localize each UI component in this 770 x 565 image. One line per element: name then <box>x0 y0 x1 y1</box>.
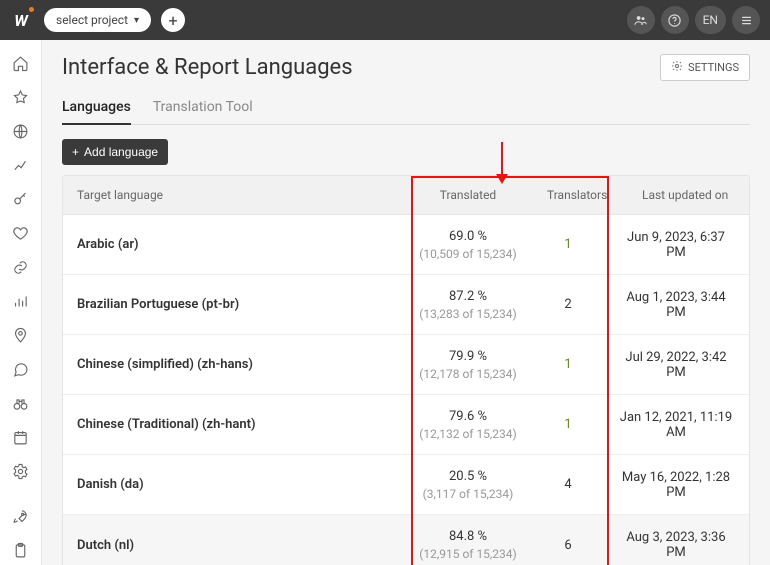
nav-settings[interactable] <box>5 456 37 486</box>
table-row[interactable]: Dutch (nl)84.8 %(12,915 of 15,234)6Aug 3… <box>63 515 749 565</box>
settings-button[interactable]: SETTINGS <box>660 54 750 81</box>
table-row[interactable]: Chinese (simplified) (zh-hans)79.9 %(12,… <box>63 335 749 395</box>
languages-table: Target language Translated Translators L… <box>62 175 750 565</box>
cell-translators[interactable]: 2 <box>533 285 603 324</box>
interface-language-chip[interactable]: EN <box>695 6 726 34</box>
menu-icon[interactable] <box>732 6 760 34</box>
add-language-label: Add language <box>84 145 158 159</box>
cell-translators[interactable]: 1 <box>533 345 603 384</box>
table-header: Target language Translated Translators L… <box>63 176 749 215</box>
cell-updated: Jun 9, 2023, 6:37 PM <box>603 218 749 272</box>
tab-translation-tool[interactable]: Translation Tool <box>153 91 253 124</box>
th-updated[interactable]: Last updated on <box>621 176 749 214</box>
tab-languages[interactable]: Languages <box>62 91 131 125</box>
cell-translated: 20.5 %(3,117 of 15,234) <box>403 457 533 513</box>
nav-key[interactable] <box>5 184 37 214</box>
add-project-button[interactable]: + <box>161 8 185 32</box>
nav-heart[interactable] <box>5 218 37 248</box>
cell-language: Chinese (Traditional) (zh-hant) <box>63 405 403 444</box>
cell-translators[interactable]: 4 <box>533 465 603 504</box>
nav-binoculars[interactable] <box>5 388 37 418</box>
app-logo[interactable]: W <box>10 9 32 31</box>
cell-language: Arabic (ar) <box>63 225 403 264</box>
help-icon[interactable] <box>661 6 689 34</box>
settings-button-label: SETTINGS <box>688 61 739 74</box>
users-icon[interactable] <box>627 6 655 34</box>
table-row[interactable]: Danish (da)20.5 %(3,117 of 15,234)4May 1… <box>63 455 749 515</box>
page-title: Interface & Report Languages <box>62 55 353 80</box>
cell-translated: 79.6 %(12,132 of 15,234) <box>403 397 533 453</box>
cell-language: Chinese (simplified) (zh-hans) <box>63 345 403 384</box>
topbar: W select project ▾ + EN <box>0 0 770 40</box>
tabs: Languages Translation Tool <box>62 91 750 125</box>
table-row[interactable]: Chinese (Traditional) (zh-hant)79.6 %(12… <box>63 395 749 455</box>
cell-translators[interactable]: 1 <box>533 405 603 444</box>
cell-language: Danish (da) <box>63 465 403 504</box>
project-select-label: select project <box>56 13 128 27</box>
cell-translated: 84.8 %(12,915 of 15,234) <box>403 517 533 565</box>
cell-updated: Jan 12, 2021, 11:19 AM <box>603 398 749 452</box>
cell-translated: 69.0 %(10,509 of 15,234) <box>403 217 533 273</box>
nav-favorites[interactable] <box>5 82 37 112</box>
nav-bars[interactable] <box>5 286 37 316</box>
chevron-down-icon: ▾ <box>134 15 139 26</box>
cell-translators[interactable]: 1 <box>533 225 603 264</box>
cell-translated: 79.9 %(12,178 of 15,234) <box>403 337 533 393</box>
nav-calendar[interactable] <box>5 422 37 452</box>
cell-language: Brazilian Portuguese (pt-br) <box>63 285 403 324</box>
nav-chat[interactable] <box>5 354 37 384</box>
interface-language-label: EN <box>703 13 718 27</box>
table-row[interactable]: Arabic (ar)69.0 %(10,509 of 15,234)1Jun … <box>63 215 749 275</box>
th-translators[interactable]: Translators <box>533 176 621 214</box>
nav-link[interactable] <box>5 252 37 282</box>
nav-globe[interactable] <box>5 116 37 146</box>
add-language-button[interactable]: + Add language <box>62 139 168 165</box>
nav-location[interactable] <box>5 320 37 350</box>
nav-rocket[interactable] <box>5 501 37 531</box>
cell-updated: Aug 1, 2023, 3:44 PM <box>603 278 749 332</box>
sidenav <box>0 40 42 565</box>
gear-icon <box>671 60 683 75</box>
project-select[interactable]: select project ▾ <box>44 8 151 32</box>
nav-home[interactable] <box>5 48 37 78</box>
cell-updated: Jul 29, 2022, 3:42 PM <box>603 338 749 392</box>
cell-language: Dutch (nl) <box>63 526 403 565</box>
cell-updated: Aug 3, 2023, 3:36 PM <box>603 518 749 565</box>
main-content: Interface & Report Languages SETTINGS La… <box>42 40 770 565</box>
table-row[interactable]: Brazilian Portuguese (pt-br)87.2 %(13,28… <box>63 275 749 335</box>
th-translated[interactable]: Translated <box>403 176 533 214</box>
th-target[interactable]: Target language <box>63 176 403 214</box>
plus-icon: + <box>72 145 79 159</box>
cell-translators[interactable]: 6 <box>533 526 603 565</box>
nav-analytics[interactable] <box>5 150 37 180</box>
cell-updated: May 16, 2022, 1:28 PM <box>603 458 749 512</box>
nav-clipboard[interactable] <box>5 535 37 565</box>
cell-translated: 87.2 %(13,283 of 15,234) <box>403 277 533 333</box>
